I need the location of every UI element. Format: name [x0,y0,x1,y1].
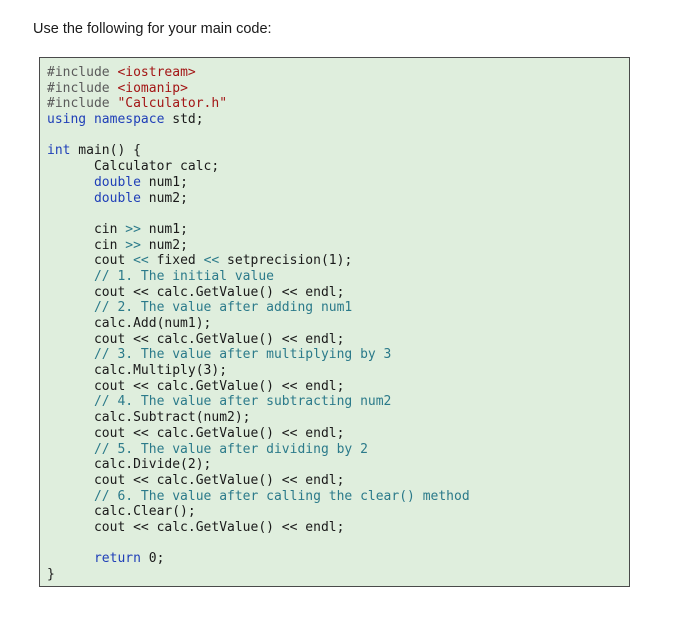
preprocessor-directive: #include [47,80,118,96]
code-line-comment-2: // 2. The value after adding num1 [47,300,470,316]
code-comment: // 3. The value after multiplying by 3 [93,347,392,363]
code-text: calc.Add(num1); [93,316,212,331]
code-line-comment-1: // 1. The initial value [47,269,470,285]
code-comment: // 6. The value after calling the clear(… [93,488,470,504]
code-text: num1; [140,174,188,190]
code-text: cin [93,237,126,253]
code-line-subtract: calc.Subtract(num2); [47,410,470,426]
code-operator: << [133,253,149,269]
code-line-cout-value: cout << calc.GetValue() << endl; [47,379,470,395]
intro-text: Use the following for your main code: [33,21,272,37]
code-line-using-namespace: using namespace std; [47,112,470,128]
code-text: fixed [148,253,204,269]
code-line-declare-calc: Calculator calc; [47,159,470,175]
code-line-include-calculator: #include "Calculator.h" [47,96,470,112]
code-text: calc.Divide(2); [93,457,212,473]
code-line-multiply: calc.Multiply(3); [47,363,470,379]
code-line-include-iomanip: #include <iomanip> [47,81,470,97]
code-comment: // 5. The value after dividing by 2 [93,441,368,457]
code-text: num2; [140,237,188,253]
preprocessor-directive: #include [47,65,118,80]
code-text: num1; [140,221,188,237]
code-text: cout [93,253,134,269]
code-line-cout-value: cout << calc.GetValue() << endl; [47,473,470,489]
code-operator: >> [125,221,141,237]
code-line-declare-num1: double num1; [47,175,470,191]
code-text: setprecision(1); [219,253,353,269]
code-line-cout-fixed: cout << fixed << setprecision(1); [47,253,470,269]
code-comment: // 2. The value after adding num1 [93,300,353,316]
code-line-include-iostream: #include <iostream> [47,65,470,81]
code-line-cout-value: cout << calc.GetValue() << endl; [47,332,470,348]
include-header: <iostream> [117,65,196,80]
code-text: Calculator calc; [93,159,220,175]
code-text: cout << calc.GetValue() << endl; [93,519,345,535]
code-line-comment-3: // 3. The value after multiplying by 3 [47,347,470,363]
code-text: cout << calc.GetValue() << endl; [93,331,345,347]
code-block: #include <iostream> #include <iomanip> #in… [39,57,630,587]
code-line-cout-value: cout << calc.GetValue() << endl; [47,285,470,301]
code-line-cout-value: cout << calc.GetValue() << endl; [47,426,470,442]
code-operator: << [203,253,220,269]
include-header: <iomanip> [117,80,188,96]
code-text: num2; [140,190,188,206]
code-text: } [47,567,55,582]
keyword-double: double [93,174,141,190]
code-line-cin-num1: cin >> num1; [47,222,470,238]
keyword-double: double [93,190,141,206]
keyword-namespace: namespace [93,112,165,128]
code-text: cout << calc.GetValue() << endl; [93,284,345,300]
code-comment: // 1. The initial value [93,268,274,284]
code-text: cin [93,221,126,237]
keyword-using: using [47,112,87,128]
code-listing: #include <iostream> #include <iomanip> #in… [47,65,470,583]
preprocessor-directive: #include [47,96,118,112]
code-text: calc.Subtract(num2); [93,410,251,426]
code-line-cin-num2: cin >> num2; [47,238,470,254]
code-operator: >> [125,237,141,253]
keyword-return: return [93,551,141,567]
code-line-add: calc.Add(num1); [47,316,470,332]
include-header: "Calculator.h" [117,96,228,112]
code-comment: // 4. The value after subtracting num2 [93,394,392,410]
code-line-comment-6: // 6. The value after calling the clear(… [47,489,470,505]
code-text: cout << calc.GetValue() << endl; [93,472,345,488]
code-line-cout-value: cout << calc.GetValue() << endl; [47,520,470,536]
code-line-comment-4: // 4. The value after subtracting num2 [47,394,470,410]
code-text: calc.Clear(); [93,504,196,520]
code-text: 0; [140,551,165,567]
code-text: calc.Multiply(3); [93,363,228,379]
code-text: main() { [70,143,141,159]
code-line-closing-brace: } [47,567,470,583]
code-line-return: return 0; [47,551,470,567]
code-line-divide: calc.Divide(2); [47,457,470,473]
code-line-comment-5: // 5. The value after dividing by 2 [47,442,470,458]
code-text: cout << calc.GetValue() << endl; [93,425,345,441]
code-line-main-signature: int main() { [47,143,470,159]
code-text: std; [164,112,204,128]
code-text: cout << calc.GetValue() << endl; [93,378,345,394]
code-line-clear: calc.Clear(); [47,504,470,520]
keyword-int: int [47,143,71,159]
code-line-declare-num2: double num2; [47,191,470,207]
